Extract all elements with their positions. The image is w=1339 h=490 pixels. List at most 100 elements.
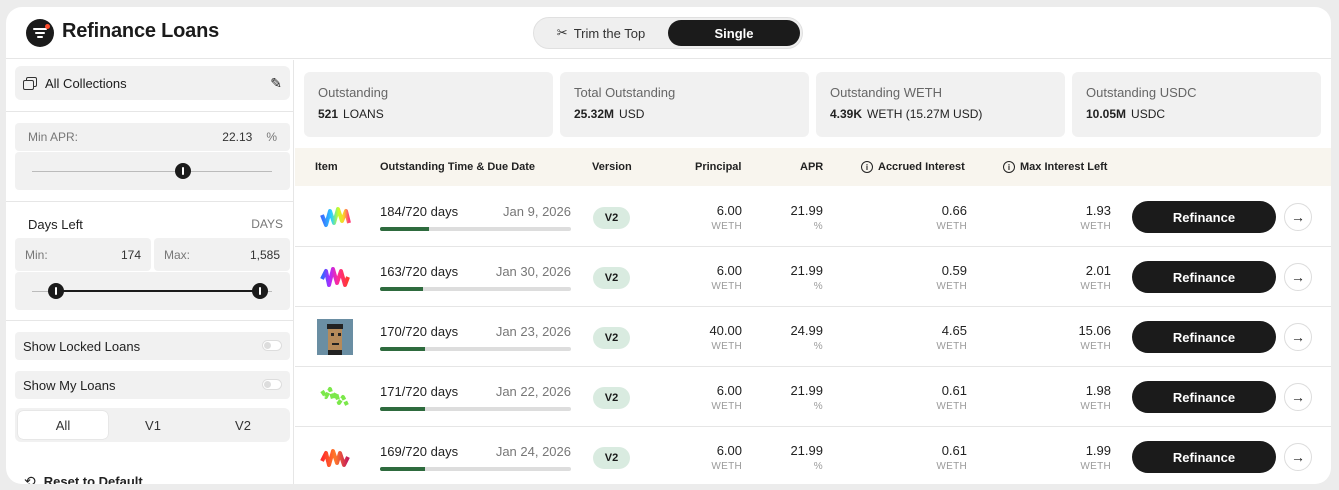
principal-value: 6.00 [716, 443, 742, 458]
apr-unit: % [813, 461, 823, 472]
days-min-label: Min: [25, 247, 48, 262]
col-item[interactable]: Item [315, 161, 338, 173]
col-apr[interactable]: APR [800, 161, 823, 173]
principal-unit: WETH [711, 341, 742, 352]
filter-sidebar: All Collections ✎ Min APR: 22.13 % Days … [6, 60, 294, 484]
show-locked-toggle[interactable] [262, 340, 282, 351]
due-date: Jan 9, 2026 [503, 204, 571, 219]
col-accrued-interest[interactable]: i Accrued Interest [861, 161, 965, 173]
principal-unit: WETH [711, 281, 742, 292]
max-interest-left-value: 1.98 [1085, 383, 1111, 398]
time-progress-bar [380, 347, 571, 351]
col-principal[interactable]: Principal [695, 161, 741, 173]
principal-unit: WETH [711, 401, 742, 412]
arrow-right-icon[interactable]: → [1284, 443, 1312, 471]
min-apr-slider-handle[interactable] [175, 163, 191, 179]
min-apr-field[interactable]: Min APR: 22.13 % [15, 123, 290, 151]
days-min-field[interactable]: Min: 174 [15, 238, 151, 271]
days-min-value: 174 [120, 247, 141, 262]
stat-unit: USDC [1131, 107, 1166, 121]
edit-pencil-icon[interactable]: ✎ [270, 75, 282, 92]
max-interest-left-unit: WETH [1080, 221, 1111, 232]
version-all-tab[interactable]: All [18, 411, 108, 439]
apr-value: 21.99 [790, 263, 823, 278]
stat-outstanding-weth: Outstanding WETH 4.39K WETH (15.27M USD) [816, 72, 1065, 137]
days-unit: DAYS [251, 217, 283, 231]
refinance-button[interactable]: Refinance [1132, 261, 1276, 293]
refinance-button[interactable]: Refinance [1132, 201, 1276, 233]
nft-thumbnail[interactable] [317, 259, 353, 295]
principal-value: 40.00 [709, 323, 742, 338]
reset-icon: ⟲ [24, 473, 36, 484]
due-date: Jan 24, 2026 [495, 444, 571, 459]
arrow-right-icon[interactable]: → [1284, 203, 1312, 231]
table-row[interactable]: 184/720 days Jan 9, 2026 V2 6.00 WETH 21.99% 0… [295, 187, 1331, 247]
table-row[interactable]: 170/720 days Jan 23, 2026 V2 40.00 WETH 24.99… [295, 307, 1331, 367]
arrow-right-icon[interactable]: → [1284, 383, 1312, 411]
principal-value: 6.00 [716, 263, 742, 278]
stat-label: Outstanding WETH [830, 85, 942, 100]
max-interest-left-unit: WETH [1080, 281, 1111, 292]
stat-outstanding-usdc: Outstanding USDC 10.05M USDC [1072, 72, 1321, 137]
nft-thumbnail[interactable] [317, 439, 353, 475]
single-button[interactable]: Single [668, 20, 800, 46]
days-min-handle[interactable] [48, 283, 64, 299]
show-my-loans-row[interactable]: Show My Loans [15, 371, 290, 399]
accrued-interest-value: 0.59 [941, 263, 967, 278]
version-v2-tab[interactable]: V2 [198, 411, 288, 439]
refinance-button[interactable]: Refinance [1132, 441, 1276, 473]
max-interest-left-value: 2.01 [1085, 263, 1111, 278]
arrow-right-icon[interactable]: → [1284, 323, 1312, 351]
refinance-button[interactable]: Refinance [1132, 381, 1276, 413]
page-title: Refinance Loans [62, 20, 220, 42]
min-apr-value: 22.13 [222, 130, 253, 144]
table-row[interactable]: 169/720 days Jan 24, 2026 V2 6.00 WETH 21.99%… [295, 427, 1331, 484]
col-version[interactable]: Version [592, 161, 632, 173]
refinance-button[interactable]: Refinance [1132, 321, 1276, 353]
max-interest-left-value: 1.93 [1085, 203, 1111, 218]
show-locked-loans-row[interactable]: Show Locked Loans [15, 332, 290, 360]
stat-label: Outstanding USDC [1086, 85, 1197, 100]
min-apr-track[interactable] [32, 171, 272, 172]
stat-value: 521 LOANS [318, 107, 539, 121]
table-row[interactable]: 163/720 days Jan 30, 2026 V2 6.00 WETH 21.99%… [295, 247, 1331, 307]
apr-unit: % [813, 281, 823, 292]
min-apr-slider-area [15, 152, 290, 190]
days-max-value: 1,585 [249, 247, 280, 262]
apr-value: 21.99 [790, 443, 823, 458]
nft-thumbnail[interactable] [317, 379, 353, 415]
table-row[interactable]: 171/720 days Jan 22, 2026 V2 6.00 WETH 21.99%… [295, 367, 1331, 427]
refinance-panel: Refinance Loans ✂ Trim the Top Single Al… [6, 7, 1331, 484]
show-my-loans-toggle[interactable] [262, 379, 282, 390]
mode-toggle: ✂ Trim the Top Single [533, 17, 803, 49]
nft-thumbnail[interactable] [317, 319, 353, 355]
days-range-slider-area [15, 272, 290, 310]
trim-the-top-button[interactable]: ✂ Trim the Top [537, 20, 665, 46]
version-v1-tab[interactable]: V1 [108, 411, 198, 439]
accrued-interest-unit: WETH [936, 281, 967, 292]
nft-thumbnail[interactable] [317, 199, 353, 235]
info-icon[interactable]: i [1003, 161, 1015, 173]
arrow-right-icon[interactable]: → [1284, 263, 1312, 291]
max-interest-left-value: 15.06 [1078, 323, 1111, 338]
version-filter: All V1 V2 [15, 408, 290, 442]
reset-to-default-button[interactable]: ⟲ Reset to Default [24, 473, 143, 484]
max-interest-left-unit: WETH [1080, 461, 1111, 472]
accrued-interest-unit: WETH [936, 341, 967, 352]
info-icon[interactable]: i [861, 161, 873, 173]
collection-selector[interactable]: All Collections ✎ [15, 66, 290, 100]
principal-unit: WETH [711, 221, 742, 232]
apr-value: 21.99 [790, 203, 823, 218]
days-max-field[interactable]: Max: 1,585 [154, 238, 290, 271]
accrued-interest-value: 0.61 [941, 443, 967, 458]
show-locked-label: Show Locked Loans [23, 339, 141, 354]
outstanding-days: 169/720 days [380, 444, 459, 459]
col-accrued-label: Accrued Interest [878, 161, 965, 173]
divider [6, 320, 294, 321]
col-max-left-label: Max Interest Left [1020, 161, 1108, 173]
col-max-interest-left[interactable]: i Max Interest Left [1003, 161, 1107, 173]
outstanding-days: 184/720 days [380, 204, 459, 219]
col-outstanding-time[interactable]: Outstanding Time & Due Date [380, 161, 535, 173]
principal-unit: WETH [711, 461, 742, 472]
days-max-handle[interactable] [252, 283, 268, 299]
